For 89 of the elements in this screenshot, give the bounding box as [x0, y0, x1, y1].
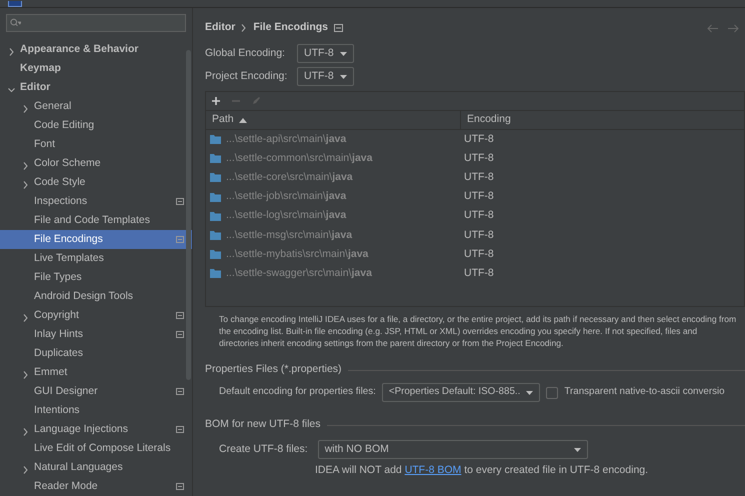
chevron-right-icon[interactable]: [22, 428, 29, 436]
sidebar-item[interactable]: Emmet: [0, 363, 192, 382]
bom-dropdown[interactable]: with NO BOM: [318, 440, 588, 459]
table-cell-text: ...\settle-core\src\main\java: [226, 170, 353, 186]
sidebar-item[interactable]: Appearance & Behavior: [0, 40, 192, 59]
sidebar-item[interactable]: General: [0, 97, 192, 116]
sidebar-item[interactable]: GUI Designer: [0, 382, 192, 401]
scrollbar[interactable]: [186, 50, 191, 380]
table-cell-text: UTF-8: [463, 170, 494, 186]
bom-link[interactable]: UTF-8 BOM: [404, 464, 462, 476]
table-cell-text: ...\settle-api\src\main\java: [226, 132, 346, 147]
sidebar-item[interactable]: Intentions: [0, 401, 192, 420]
sidebar-item[interactable]: Inlay Hints: [0, 325, 192, 344]
sidebar-item[interactable]: File Encodings: [0, 230, 192, 249]
table-cell-text: ...\settle-job\src\main\java: [226, 189, 346, 204]
project-scope-icon: [334, 24, 344, 32]
sidebar-item[interactable]: Font: [0, 135, 192, 154]
sidebar-item[interactable]: File and Code Templates: [0, 211, 192, 230]
folder-icon: [210, 250, 221, 260]
note-text: to every created file in UTF-8 encoding.: [464, 464, 648, 476]
chevron-right-icon[interactable]: [22, 180, 29, 189]
search-field[interactable]: [6, 14, 186, 32]
folder-icon: [210, 231, 221, 240]
sidebar-item[interactable]: Duplicates: [0, 344, 192, 363]
table-cell-text: UTF-8: [463, 228, 494, 243]
encoding-dropdown[interactable]: <Properties Default: ISO-885..: [382, 383, 540, 402]
folder-icon: [210, 269, 221, 278]
chevron-right-icon[interactable]: [22, 370, 29, 379]
caret-icon: [526, 390, 534, 394]
note-text: IDEA will NOT add: [315, 464, 402, 476]
table-cell-text: ...\settle-msg\src\main\java: [226, 228, 352, 243]
section-title: BOM for new UTF-8 files: [205, 417, 321, 432]
encoding-dropdown[interactable]: UTF-8: [297, 66, 354, 86]
chevron-right-icon: [241, 24, 248, 32]
encoding-dropdown[interactable]: UTF-8: [297, 44, 354, 64]
chevron-right-icon[interactable]: [22, 314, 29, 322]
column-header[interactable]: Encoding: [461, 111, 511, 129]
folder-icon: [210, 192, 221, 202]
section-title: Properties Files (*.properties): [205, 362, 342, 378]
folder-icon: [210, 154, 221, 164]
chevron-down-icon[interactable]: [8, 86, 15, 94]
caret-icon: [574, 448, 581, 452]
sidebar-item[interactable]: Live Edit of Compose Literals: [0, 439, 192, 458]
table-cell-text: UTF-8: [463, 150, 494, 166]
sidebar-item[interactable]: Android Design Tools: [0, 287, 192, 306]
chevron-right-icon[interactable]: [8, 48, 15, 56]
sidebar-item[interactable]: Code Style: [0, 173, 192, 192]
table-cell-text: UTF-8: [463, 208, 494, 224]
sidebar-item[interactable]: File Types: [0, 268, 192, 287]
field-label: Global Encoding:: [205, 46, 286, 61]
column-header[interactable]: Path: [206, 111, 461, 129]
add-icon[interactable]: [211, 96, 221, 106]
sidebar-item[interactable]: Inspections: [0, 192, 192, 211]
field-label: Default encoding for properties files:: [219, 385, 376, 400]
checkbox[interactable]: [546, 386, 558, 398]
table-cell-text: UTF-8: [463, 132, 494, 147]
sidebar-item[interactable]: Keymap: [0, 59, 192, 78]
folder-icon: [210, 135, 221, 144]
table-cell-text: UTF-8: [463, 266, 494, 282]
sidebar-item[interactable]: Reader Mode: [0, 477, 192, 496]
chevron-right-icon[interactable]: [22, 104, 29, 113]
sidebar-item[interactable]: Code Editing: [0, 116, 192, 135]
sidebar-item[interactable]: Copyright: [0, 306, 192, 325]
table-cell-text: ...\settle-mybatis\src\main\java: [226, 246, 368, 262]
chevron-right-icon[interactable]: [22, 162, 29, 170]
sidebar-item[interactable]: Language Injections: [0, 420, 192, 439]
search-icon: [10, 18, 22, 28]
folder-icon: [210, 212, 221, 221]
field-label: Create UTF-8 files:: [219, 442, 308, 457]
table-cell-text: UTF-8: [463, 189, 494, 204]
caret-icon: [340, 74, 347, 78]
breadcrumb-item[interactable]: Editor: [205, 20, 236, 36]
table-cell-text: ...\settle-swagger\src\main\java: [226, 266, 372, 282]
sort-ascending-icon: [238, 118, 247, 122]
field-label: Project Encoding:: [205, 68, 287, 84]
sidebar-item[interactable]: Color Scheme: [0, 154, 192, 173]
sidebar-item[interactable]: Live Templates: [0, 249, 192, 268]
breadcrumb-item: File Encodings: [253, 20, 328, 36]
table-cell-text: ...\settle-common\src\main\java: [226, 150, 372, 166]
checkbox-label[interactable]: Transparent native-to-ascii conversio: [564, 385, 725, 400]
folder-icon: [210, 173, 221, 182]
chevron-right-icon[interactable]: [22, 466, 29, 474]
app-icon: [8, 1, 22, 7]
table-cell-text: UTF-8: [463, 246, 494, 262]
sidebar-item[interactable]: Natural Languages: [0, 458, 192, 477]
sidebar-item[interactable]: Editor: [0, 78, 192, 97]
caret-icon: [340, 52, 347, 56]
description-text: To change encoding IntelliJ IDEA uses for a file, a directory, or the entire project, add its path if necessary and then select encoding from the encoding list. Built-in file encoding (e.g. JSP, HTML or XML) overrides encoding you specify here. If not specified, files and directories inherit encoding settings from the parent directory or from the Project Encoding.: [219, 313, 738, 349]
table-cell-text: ...\settle-log\src\main\java: [226, 208, 346, 224]
